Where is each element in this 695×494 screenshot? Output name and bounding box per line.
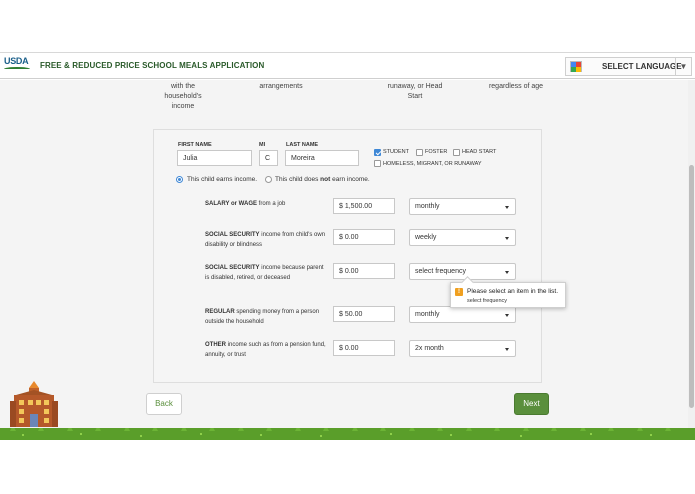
head-start-checkbox[interactable] (453, 149, 460, 156)
last-name-field[interactable]: Moreira (285, 150, 359, 166)
student-label: STUDENT (383, 149, 409, 155)
salary-frequency-select[interactable]: monthly (409, 198, 516, 215)
income-row-label: SALARY or WAGE from a job (205, 201, 286, 207)
back-button[interactable]: Back (146, 393, 182, 415)
mi-label: MI (259, 142, 266, 148)
earns-income-label: This child earns income. (187, 176, 258, 183)
earns-income-radio[interactable] (176, 176, 183, 183)
caret-down-icon (505, 348, 509, 351)
language-label: SELECT LANGUAGE (602, 62, 682, 71)
regular-frequency-select[interactable]: monthly (409, 306, 516, 323)
parent-ss-frequency-select[interactable]: select frequency (409, 263, 516, 280)
no-income-radio[interactable] (265, 176, 272, 183)
scrollbar-thumb[interactable] (689, 165, 694, 408)
next-button[interactable]: Next (514, 393, 549, 415)
first-name-field[interactable]: Julia (177, 150, 252, 166)
salary-amount-field[interactable]: $ 1,500.00 (333, 198, 395, 214)
validation-detail: select frequency (467, 298, 508, 304)
google-translate-icon (570, 61, 582, 72)
school-building-icon (10, 381, 58, 427)
partial-heading-runaway: runaway, or Head Start (387, 83, 443, 100)
warning-icon: ! (455, 288, 463, 296)
income-row-label: SOCIAL SECURITY income from child's own … (205, 232, 326, 248)
caret-down-icon (505, 314, 509, 317)
foster-checkbox[interactable] (416, 149, 423, 156)
income-row-label: OTHER income such as from a pension fund… (205, 342, 326, 358)
foster-label: FOSTER (425, 149, 448, 155)
validation-message: Please select an item in the list. (467, 288, 559, 295)
caret-down-icon (505, 271, 509, 274)
partial-heading-age: regardless of age (488, 83, 544, 90)
head-start-label: HEAD START (462, 149, 497, 155)
validation-tooltip: ! Please select an item in the list. sel… (450, 282, 566, 308)
mi-field[interactable]: C (259, 150, 278, 166)
scrollbar[interactable] (688, 80, 695, 428)
language-selector[interactable]: SELECT LANGUAGE ▼ (565, 57, 692, 76)
usda-logo: USDA (4, 56, 30, 76)
homeless-label: HOMELESS, MIGRANT, OR RUNAWAY (383, 161, 482, 167)
usda-logo-text: USDA (4, 56, 29, 66)
no-income-label: This child does not earn income. (275, 176, 370, 183)
regular-amount-field[interactable]: $ 50.00 (333, 306, 395, 322)
page: USDA FREE & REDUCED PRICE SCHOOL MEALS A… (0, 0, 695, 494)
child-income-card: FIRST NAME Julia MI C LAST NAME Moreira … (153, 129, 566, 383)
main-content: with the household's income arrangements… (0, 80, 688, 428)
app-header: USDA FREE & REDUCED PRICE SCHOOL MEALS A… (0, 53, 695, 79)
partial-heading-income: with the household's income (164, 83, 202, 110)
child-ss-amount-field[interactable]: $ 0.00 (333, 229, 395, 245)
top-blank-area (0, 0, 695, 53)
first-name-label: FIRST NAME (178, 142, 212, 148)
chevron-down-icon[interactable]: ▼ (675, 58, 691, 75)
app-title: FREE & REDUCED PRICE SCHOOL MEALS APPLIC… (40, 61, 265, 70)
income-row-label: SOCIAL SECURITY income because parent is… (205, 265, 324, 281)
income-row-label: REGULAR spending money from a person out… (205, 309, 320, 325)
caret-down-icon (505, 237, 509, 240)
grass-footer (0, 428, 695, 440)
other-amount-field[interactable]: $ 0.00 (333, 340, 395, 356)
caret-down-icon (505, 206, 509, 209)
other-frequency-select[interactable]: 2x month (409, 340, 516, 357)
last-name-label: LAST NAME (286, 142, 319, 148)
parent-ss-amount-field[interactable]: $ 0.00 (333, 263, 395, 279)
partial-heading-arrangements: arrangements (259, 83, 303, 90)
homeless-checkbox[interactable] (374, 160, 381, 167)
usda-swoosh-icon (4, 67, 30, 71)
student-checkbox[interactable] (374, 149, 381, 156)
child-ss-frequency-select[interactable]: weekly (409, 229, 516, 246)
